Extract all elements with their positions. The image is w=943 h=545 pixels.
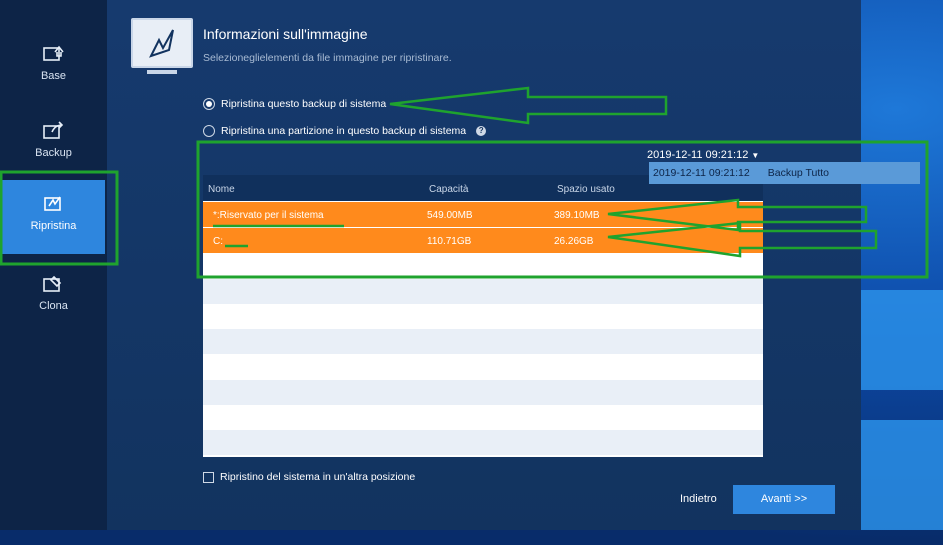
table-row[interactable]: *:Riservato per il sistema 549.00MB 389.… (203, 202, 763, 227)
back-button[interactable]: Indietro (680, 493, 717, 505)
next-button[interactable]: Avanti >> (733, 485, 835, 514)
row-used: 26.26GB (554, 236, 594, 247)
table-row[interactable]: C: 110.71GB 26.26GB (203, 228, 763, 253)
chevron-down-icon: ▼ (751, 151, 760, 160)
checkbox[interactable] (203, 471, 214, 483)
desktop-pane (860, 290, 943, 390)
sidebar-item-label: Base (40, 70, 67, 82)
backup-icon (42, 121, 63, 139)
column-used: Spazio usato (557, 184, 615, 195)
dropdown-backup-type: Backup Tutto (767, 167, 830, 179)
sidebar-item-restore[interactable]: Ripristina (2, 180, 105, 254)
sidebar-item-backup[interactable]: Backup (2, 107, 105, 181)
radio-checked[interactable] (203, 98, 215, 110)
restore-icon (43, 196, 61, 211)
restore-partition-label: Ripristina una partizione in questo back… (221, 125, 467, 137)
partition-table: Nome Capacità Spazio usato *:Riservato p… (203, 175, 763, 457)
sidebar-item-label: Ripristina (30, 220, 77, 232)
column-name: Nome (208, 184, 235, 195)
backup-date-value: 2019-12-11 09:21:12 (647, 149, 749, 161)
help-icon[interactable]: ? (476, 126, 487, 136)
row-name: C: (213, 236, 223, 247)
restore-partition-option[interactable]: Ripristina una partizione in questo back… (203, 125, 487, 137)
row-capacity: 110.71GB (427, 236, 472, 247)
sidebar-item-base[interactable]: Base (2, 30, 105, 104)
empty-row (203, 430, 763, 455)
sidebar: Base Backup Ripristina Clona (0, 0, 107, 530)
other-location-label: Ripristino del sistema in un'altra posiz… (220, 471, 416, 483)
row-name: *:Riservato per il sistema (213, 210, 324, 221)
page-subtitle: Selezioneglielementi da file immagine pe… (203, 52, 452, 64)
backup-date-select[interactable]: 2019-12-11 09:21:12 ▼ (647, 149, 759, 161)
row-capacity: 549.00MB (427, 210, 473, 221)
empty-row (203, 380, 763, 405)
sidebar-item-label: Clona (39, 300, 68, 312)
row-used: 389.10MB (554, 210, 600, 221)
radio-unchecked[interactable] (203, 125, 215, 137)
base-icon (42, 45, 64, 61)
app-window: Base Backup Ripristina Clona Informazion… (0, 0, 920, 530)
image-info-icon (131, 18, 193, 74)
dropdown-date: 2019-12-11 09:21:12 (653, 167, 750, 179)
main-panel: Informazioni sull'immagine Selezioneglie… (107, 0, 920, 530)
sidebar-item-label: Backup (35, 147, 72, 159)
empty-row (203, 329, 763, 354)
empty-row (203, 279, 763, 304)
clone-icon (42, 275, 61, 292)
sidebar-item-clone[interactable]: Clona (2, 260, 105, 334)
page-title: Informazioni sull'immagine (203, 26, 368, 42)
other-location-option[interactable]: Ripristino del sistema in un'altra posiz… (203, 471, 415, 483)
backup-date-dropdown[interactable]: 2019-12-11 09:21:12 Backup Tutto (649, 162, 920, 184)
column-capacity: Capacità (429, 184, 469, 195)
restore-system-option[interactable]: Ripristina questo backup di sistema (203, 98, 386, 110)
desktop-pane (860, 420, 943, 530)
restore-system-label: Ripristina questo backup di sistema (221, 98, 387, 110)
